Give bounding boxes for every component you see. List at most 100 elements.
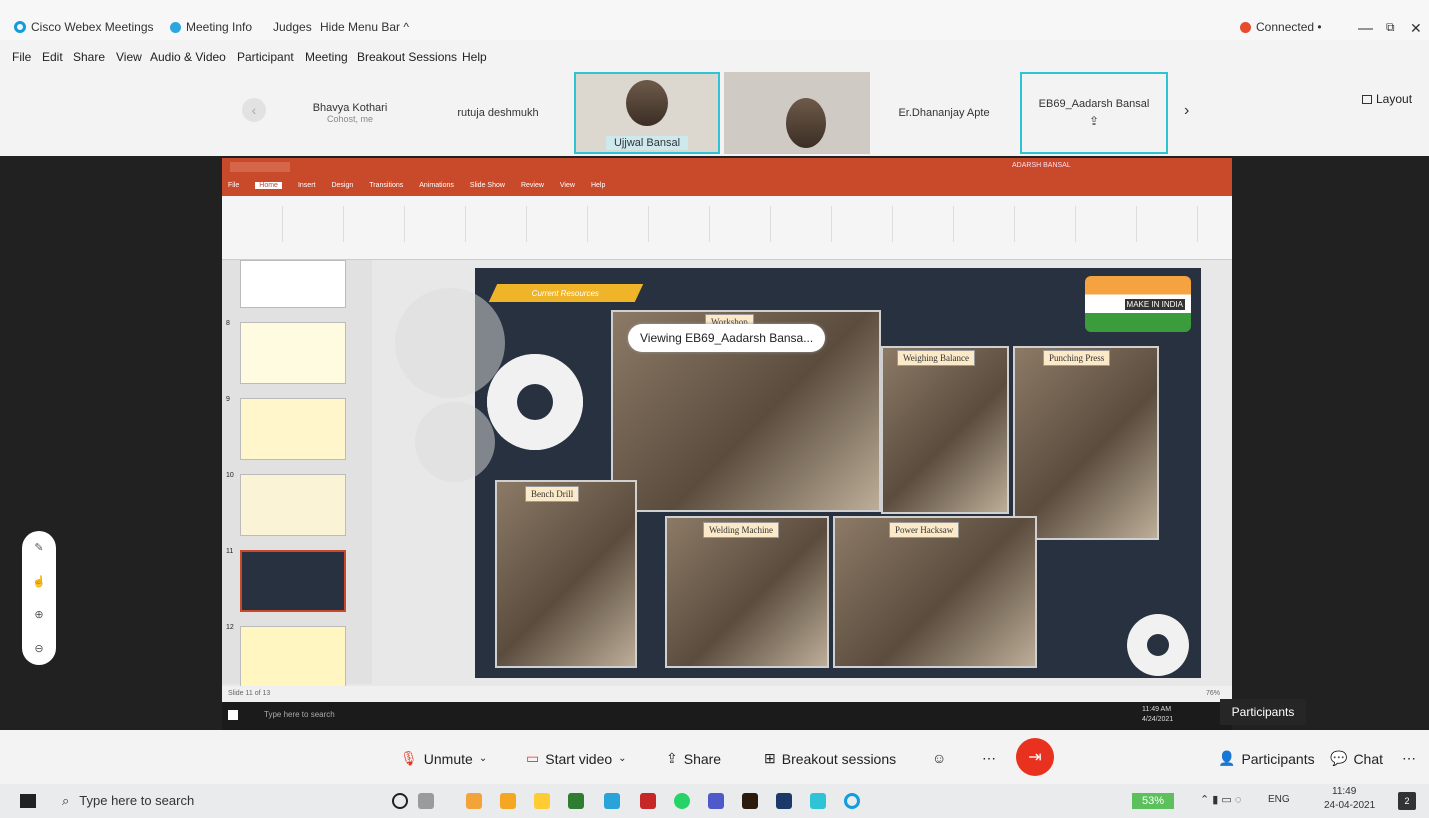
ppt-tab[interactable]: Animations: [419, 182, 454, 189]
ppt-tab[interactable]: Transitions: [369, 182, 403, 189]
whatsapp-icon[interactable]: [674, 793, 690, 809]
status-dot-icon: [1240, 21, 1251, 33]
slide-heading: Current Resources: [488, 284, 644, 302]
menu-breakout-sessions[interactable]: Breakout Sessions: [357, 50, 457, 64]
menu-meeting[interactable]: Meeting: [305, 50, 348, 64]
minimize-button[interactable]: —: [1358, 20, 1373, 37]
slide-thumbnail-selected[interactable]: [240, 550, 346, 612]
more-button[interactable]: ⋯: [1392, 746, 1426, 771]
menu-participant[interactable]: Participant: [237, 50, 294, 64]
chat-icon: 💬: [1330, 750, 1348, 766]
pointer-icon[interactable]: ☝: [32, 575, 46, 588]
notifications-icon[interactable]: 2: [1398, 792, 1416, 810]
ppt-tab[interactable]: Home: [255, 182, 282, 189]
bench-drill-photo: [495, 480, 637, 668]
menu-edit[interactable]: Edit: [42, 50, 63, 64]
reactions-button[interactable]: ☺: [922, 746, 956, 770]
more-options-button[interactable]: ⋯: [972, 746, 1006, 771]
slide-thumbnail[interactable]: [240, 260, 346, 308]
cortana-icon[interactable]: [392, 793, 408, 809]
annotate-icon[interactable]: ✎: [34, 541, 43, 554]
participants-button[interactable]: 👤 Participants: [1208, 746, 1325, 771]
menu-audio-video[interactable]: Audio & Video: [150, 50, 226, 64]
netflix-icon[interactable]: [640, 793, 656, 809]
photoshop-icon[interactable]: [776, 793, 792, 809]
clock-date[interactable]: 24-04-2021: [1324, 800, 1375, 811]
chevron-down-icon: ⌄: [618, 753, 627, 764]
close-button[interactable]: ✕: [1410, 20, 1422, 37]
ppt-tab[interactable]: Insert: [298, 182, 316, 189]
ppt-tab[interactable]: Help: [591, 182, 605, 189]
slide-thumbnail[interactable]: [240, 398, 346, 460]
ppt-tab[interactable]: Design: [331, 182, 353, 189]
menu-help[interactable]: Help: [462, 50, 487, 64]
share-button[interactable]: ⇪ Share: [656, 746, 731, 771]
app-icon[interactable]: [568, 793, 584, 809]
ppt-tab[interactable]: Review: [521, 182, 544, 189]
layout-icon: [1362, 94, 1372, 104]
restore-button[interactable]: ⧉: [1386, 20, 1395, 35]
slide-thumbnail[interactable]: [240, 474, 346, 536]
taskbar-search[interactable]: ⌕ Type here to search: [62, 793, 194, 809]
shared-screen: ADARSH BANSAL File Home Insert Design Tr…: [0, 156, 1429, 730]
leave-meeting-button[interactable]: ⇥: [1016, 738, 1054, 776]
slide-thumbnail-pane: 8 9 10 11 12: [222, 260, 372, 688]
scroll-left-button[interactable]: ‹: [242, 98, 266, 122]
teams-icon[interactable]: [708, 793, 724, 809]
battery-indicator[interactable]: 53%: [1132, 793, 1174, 809]
chat-button[interactable]: 💬 Chat: [1320, 746, 1393, 771]
powerpoint-window: ADARSH BANSAL File Home Insert Design Tr…: [222, 158, 1232, 730]
slide-number: 12: [226, 624, 234, 631]
zoom-out-icon[interactable]: ⊖: [34, 642, 43, 655]
meeting-info-button[interactable]: Meeting Info: [170, 20, 252, 34]
weighing-balance-photo: [881, 346, 1009, 514]
clock-time[interactable]: 11:49: [1332, 786, 1356, 797]
ellipsis-icon: ⋯: [982, 750, 996, 766]
app-icon[interactable]: [810, 793, 826, 809]
scroll-right-button[interactable]: ›: [1184, 102, 1189, 120]
illustrator-icon[interactable]: [742, 793, 758, 809]
tray-icons[interactable]: ⌃ ▮ ▭ ◌: [1200, 793, 1241, 806]
task-view-icon[interactable]: [418, 793, 434, 809]
ppt-tab[interactable]: File: [228, 182, 239, 189]
make-in-india-logo: MAKE IN INDIA: [1085, 276, 1191, 332]
layout-button[interactable]: Layout: [1362, 92, 1412, 106]
file-explorer-icon[interactable]: [534, 793, 550, 809]
microphone-muted-icon: 🎙: [400, 750, 418, 766]
gear-decoration-icon: [395, 288, 505, 398]
vlc-icon[interactable]: [466, 793, 482, 809]
quick-access-toolbar[interactable]: [230, 162, 290, 172]
ppt-tab[interactable]: Slide Show: [470, 182, 505, 189]
slide-thumbnail[interactable]: [240, 626, 346, 688]
ppt-tab[interactable]: View: [560, 182, 575, 189]
participant-tile[interactable]: rutuja deshmukh: [426, 72, 570, 154]
info-icon: [170, 21, 181, 33]
participant-tile[interactable]: Bhavya Kothari Cohost, me: [278, 72, 422, 154]
start-video-button[interactable]: ▭ Start video ⌄: [516, 746, 637, 771]
language-indicator[interactable]: ENG: [1268, 794, 1290, 805]
unmute-button[interactable]: 🎙 Unmute ⌄: [390, 746, 497, 771]
presenter-tile[interactable]: EB69_Aadarsh Bansal ⇪: [1020, 72, 1168, 154]
hide-menu-bar-button[interactable]: Hide Menu Bar ^: [320, 20, 409, 34]
zoom-level[interactable]: 76%: [1206, 690, 1220, 697]
app-title: Cisco Webex Meetings: [14, 20, 154, 34]
menu-view[interactable]: View: [116, 50, 142, 64]
breakout-sessions-button[interactable]: ⊞ Breakout sessions: [754, 746, 906, 771]
app-q-icon[interactable]: [500, 793, 516, 809]
connection-status[interactable]: Connected •: [1240, 20, 1322, 34]
zoom-in-icon[interactable]: ⊕: [34, 608, 43, 621]
menu-share[interactable]: Share: [73, 50, 105, 64]
ellipsis-icon: ⋯: [1402, 750, 1416, 766]
ppt-ribbon[interactable]: [222, 196, 1232, 260]
ppt-tabs: File Home Insert Design Transitions Anim…: [228, 182, 605, 189]
exit-icon: ⇥: [1028, 749, 1042, 766]
slide-thumbnail[interactable]: [240, 322, 346, 384]
presenter-search: Type here to search: [264, 710, 335, 719]
participant-video-tile[interactable]: Ujjwal Bansal: [574, 72, 720, 154]
participant-tile[interactable]: Er.Dhananjay Apte: [872, 72, 1016, 154]
app-icon[interactable]: [604, 793, 620, 809]
menu-file[interactable]: File: [12, 50, 31, 64]
participant-video-tile[interactable]: [724, 72, 870, 154]
webex-icon[interactable]: [844, 793, 860, 809]
windows-start-icon[interactable]: [20, 794, 36, 808]
